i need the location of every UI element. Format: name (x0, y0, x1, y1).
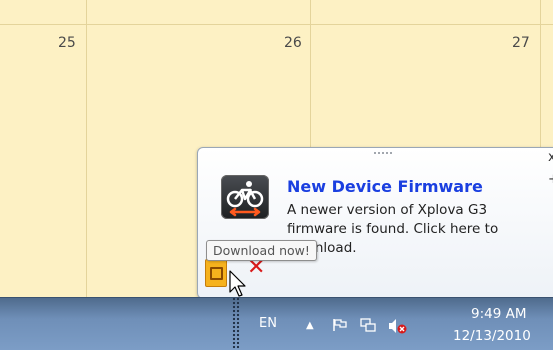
plus-icon[interactable]: + (548, 172, 553, 187)
download-button[interactable] (205, 259, 227, 287)
calendar-col-divider (86, 0, 87, 297)
calendar-day-27[interactable]: 27 (512, 35, 530, 51)
calendar-row-divider (0, 24, 553, 25)
notification-body[interactable]: A newer version of Xplova G3 firmware is… (287, 201, 527, 258)
clock-time[interactable]: 9:49 AM (471, 306, 527, 322)
taskbar-grip[interactable] (232, 297, 240, 349)
close-icon[interactable]: x (548, 150, 553, 165)
download-tooltip: Download now! (206, 240, 317, 261)
notification-title[interactable]: New Device Firmware (287, 177, 483, 196)
language-indicator[interactable]: EN (259, 316, 277, 331)
drag-grip[interactable] (373, 151, 393, 155)
show-hidden-icons-arrow[interactable]: ▲ (306, 320, 314, 331)
calendar-day-25[interactable]: 25 (58, 35, 76, 51)
cyclist-icon (221, 175, 269, 219)
calendar-day-26[interactable]: 26 (284, 35, 302, 51)
network-icon[interactable] (360, 318, 376, 337)
speaker-muted-icon[interactable] (388, 318, 408, 338)
mouse-cursor-icon (229, 270, 247, 302)
flag-icon[interactable] (332, 318, 348, 336)
clock-date[interactable]: 12/13/2010 (453, 328, 531, 344)
